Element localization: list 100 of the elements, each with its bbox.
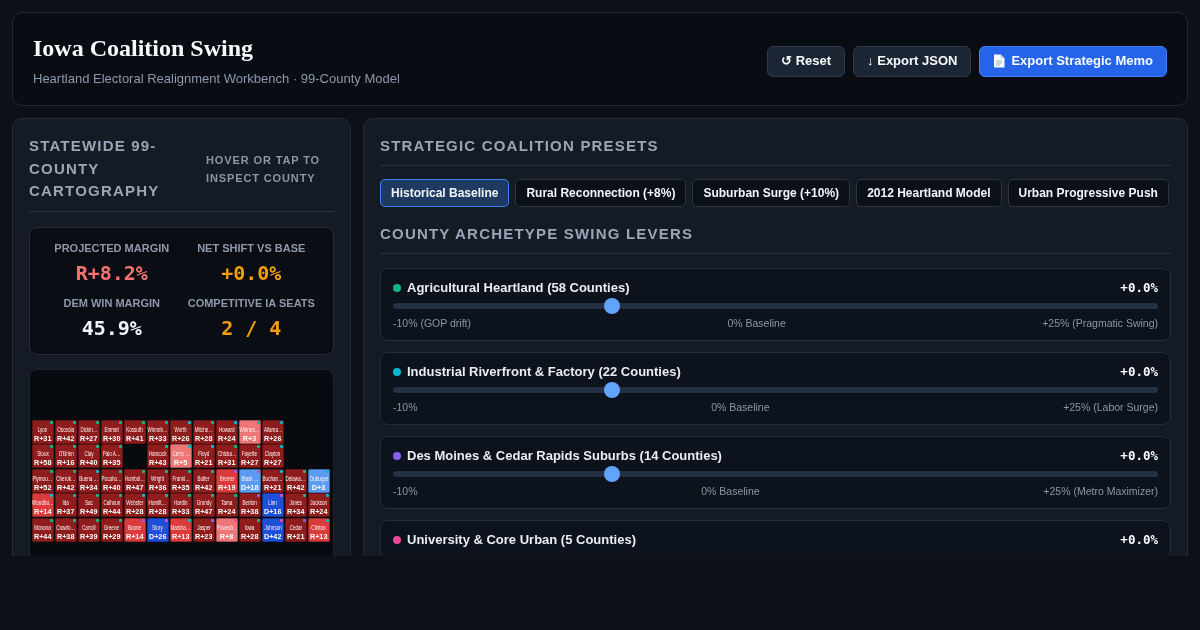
county-name: Emmet <box>104 424 119 434</box>
county-tile[interactable]: Buchan… R+21 <box>261 468 284 493</box>
county-margin: R+23 <box>195 531 213 541</box>
county-tile[interactable]: Butler R+42 <box>192 468 215 493</box>
county-tile[interactable]: Kossuth R+41 <box>123 419 146 444</box>
county-tile[interactable]: Plymou… R+52 <box>31 468 54 493</box>
county-tile[interactable]: Clinton R+13 <box>307 517 330 542</box>
county-tile[interactable]: Boone R+14 <box>123 517 146 542</box>
county-tile[interactable]: Allama… R+26 <box>261 419 284 444</box>
county-tile[interactable]: Palo A… R+35 <box>100 444 123 468</box>
county-tile[interactable]: Monona R+44 <box>31 517 54 542</box>
county-name: Delawa… <box>285 473 306 483</box>
county-tile[interactable]: Sac R+49 <box>77 493 100 517</box>
county-tile[interactable]: Jackson R+24 <box>307 493 330 517</box>
county-tile[interactable]: Marsha… R+13 <box>169 517 192 542</box>
county-tile[interactable]: Howard R+24 <box>215 419 238 444</box>
county-tile[interactable]: O'Brien R+16 <box>54 444 77 468</box>
county-name: Buena … <box>79 473 99 483</box>
county-name: Jasper <box>196 522 211 532</box>
county-name: O'Brien <box>58 449 74 458</box>
county-tile[interactable]: Mitche… R+28 <box>192 419 215 444</box>
county-tile[interactable]: Osceola R+42 <box>54 419 77 444</box>
slider-thumb[interactable] <box>603 382 620 398</box>
lever-value: +0.0% <box>1120 280 1158 296</box>
export-memo-button[interactable]: Export Strategic Memo <box>979 45 1167 77</box>
county-tile[interactable]: Fayette R+27 <box>238 444 261 468</box>
county-tile[interactable]: Crawfo… R+38 <box>54 517 77 542</box>
county-name: Story <box>152 522 164 532</box>
county-tile[interactable]: Carroll R+39 <box>77 517 100 542</box>
lever-title: Des Moines & Cedar Rapids Suburbs (14 Counties) <box>407 448 722 464</box>
county-name: Worth <box>174 424 187 434</box>
county-tile[interactable]: Bremer R+19 <box>215 468 238 493</box>
county-tile[interactable]: Iowa R+28 <box>238 517 261 542</box>
county-tile[interactable]: Webster R+28 <box>123 493 146 517</box>
county-tile[interactable]: Worth R+26 <box>169 419 192 444</box>
county-name: Plymou… <box>32 473 53 483</box>
slider-track[interactable] <box>393 466 1158 482</box>
county-tile[interactable]: Linn D+16 <box>261 493 284 517</box>
county-margin: D+16 <box>264 507 282 516</box>
county-tile[interactable]: Jones R+34 <box>284 493 307 517</box>
county-tile[interactable]: Clayton R+27 <box>261 444 284 468</box>
scale-min-label: -10% <box>393 401 418 414</box>
county-margin: R+36 <box>149 482 167 492</box>
county-tile[interactable]: Story D+26 <box>146 517 169 542</box>
county-tile[interactable]: Delawa… R+42 <box>284 468 307 493</box>
county-name: Carroll <box>82 522 96 532</box>
preset-button[interactable]: Urban Progressive Push <box>1007 179 1169 207</box>
county-name: Clayton <box>265 449 281 458</box>
county-tile[interactable]: Winneb… R+33 <box>146 419 169 444</box>
county-tile[interactable]: Tama R+24 <box>215 493 238 517</box>
county-tile[interactable]: Floyd R+21 <box>192 444 215 468</box>
county-margin: R+52 <box>34 482 52 492</box>
county-tile[interactable]: Humbol… R+47 <box>123 468 146 493</box>
county-tile[interactable]: Frankl… R+35 <box>169 468 192 493</box>
county-name: Dickin… <box>80 424 98 434</box>
toolbar-button[interactable]: ↓ Export JSON <box>853 45 972 77</box>
scale-max-label: +25% (Metro Maximizer) <box>1043 485 1158 498</box>
preset-button[interactable]: Suburban Surge (+10%) <box>692 179 851 207</box>
county-tile[interactable]: Hamilt… R+28 <box>146 493 169 517</box>
county-margin: D+18 <box>241 482 259 492</box>
county-name: Winneb… <box>147 424 168 434</box>
slider-track[interactable] <box>393 382 1158 398</box>
county-tile[interactable]: Wright R+36 <box>146 468 169 493</box>
county-tile[interactable]: Ida R+37 <box>54 493 77 517</box>
slider-track[interactable] <box>393 298 1158 314</box>
county-tile[interactable]: Benton R+38 <box>238 493 261 517</box>
county-tile[interactable]: Buena … R+34 <box>77 468 100 493</box>
county-tile[interactable]: Grundy R+47 <box>192 493 215 517</box>
preset-button[interactable]: 2012 Heartland Model <box>856 179 1002 207</box>
county-tile[interactable]: Hancock R+43 <box>146 444 169 468</box>
county-tile[interactable]: Emmet R+30 <box>100 419 123 444</box>
county-margin: R+28 <box>149 507 167 516</box>
county-name: Mitche… <box>194 424 213 434</box>
county-margin: R+58 <box>34 458 52 467</box>
county-tile[interactable]: Cedar R+21 <box>284 517 307 542</box>
county-tile[interactable]: Hardin R+33 <box>169 493 192 517</box>
county-tile[interactable]: Chicka… R+31 <box>215 444 238 468</box>
county-tile[interactable]: Greene R+29 <box>100 517 123 542</box>
county-margin: R+24 <box>310 507 328 516</box>
county-tile[interactable]: Cherok… R+42 <box>54 468 77 493</box>
county-tile[interactable]: Calhoun R+44 <box>100 493 123 517</box>
county-name: Bremer <box>219 473 235 483</box>
county-margin: R+21 <box>264 482 282 492</box>
county-tile[interactable]: Dickin… R+27 <box>77 419 100 444</box>
county-tile[interactable]: Johnson D+42 <box>261 517 284 542</box>
preset-button[interactable]: Historical Baseline <box>380 179 510 207</box>
slider-thumb[interactable] <box>603 298 620 314</box>
county-name: Greene <box>104 522 120 532</box>
county-tile[interactable]: Pocaho… R+40 <box>100 468 123 493</box>
county-name: Woodbu… <box>32 498 54 507</box>
county-name: Boone <box>128 522 142 532</box>
county-tile[interactable]: Jasper R+23 <box>192 517 215 542</box>
county-name: Hancock <box>148 449 167 458</box>
county-tile[interactable]: Clay R+40 <box>77 444 100 468</box>
county-tile[interactable]: Woodbu… R+14 <box>31 493 54 517</box>
slider-thumb[interactable] <box>603 466 620 482</box>
county-tile[interactable]: Lyon R+31 <box>31 419 54 444</box>
toolbar-button[interactable]: ↺ Reset <box>767 45 846 77</box>
preset-button[interactable]: Rural Reconnection (+8%) <box>515 179 687 207</box>
county-tile[interactable]: Sioux R+58 <box>31 444 54 468</box>
